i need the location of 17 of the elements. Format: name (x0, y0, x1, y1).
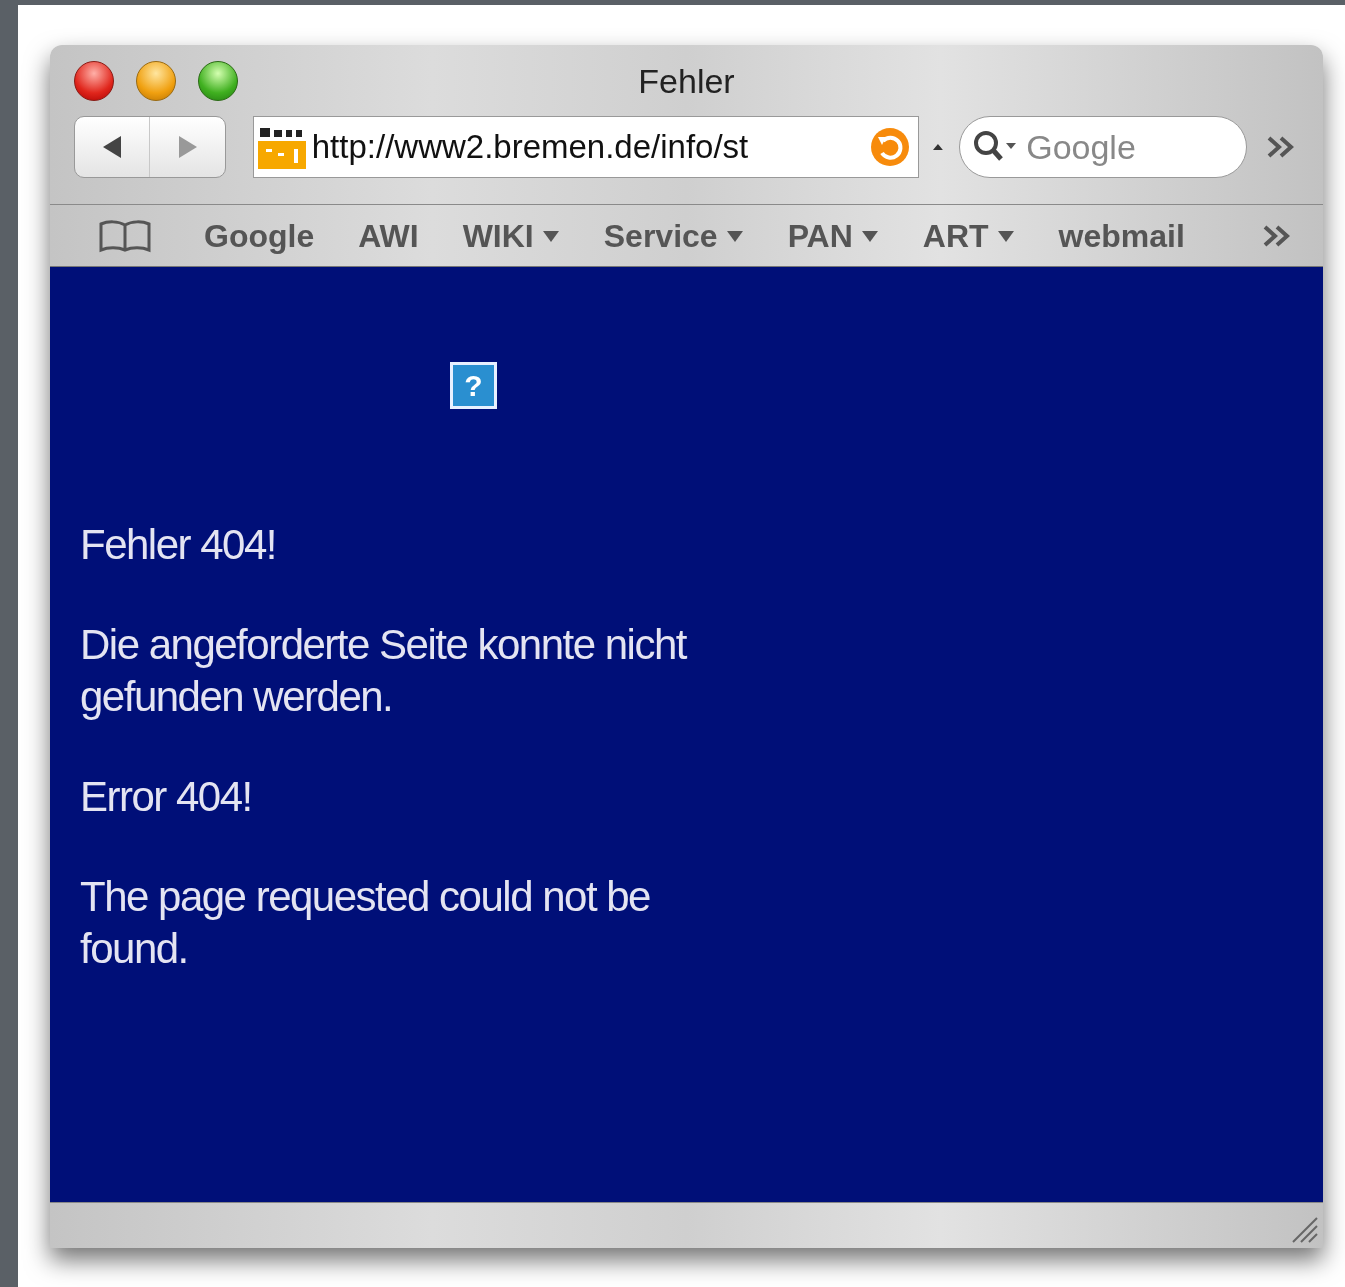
bookmark-item[interactable]: webmail (1058, 211, 1185, 260)
error-text: Fehler 404! (80, 520, 277, 570)
error-text: Die angeforderte Seite konnte nicht gefunden werden. (80, 620, 688, 722)
bookmark-item[interactable]: PAN (787, 211, 879, 260)
bookmark-item[interactable]: Service (603, 211, 744, 260)
bookmark-item[interactable]: ART (922, 211, 1015, 260)
bookmark-item[interactable]: WIKI (462, 211, 560, 260)
bookmark-item[interactable]: Google (204, 211, 315, 260)
window-title: Fehler (638, 60, 735, 102)
address-text: http://www2.bremen.de/info/st (311, 127, 750, 168)
address-field[interactable]: http://www2.bremen.de/info/st (252, 116, 920, 178)
search-input[interactable]: Google (1026, 121, 1227, 173)
error-text: The page requested could not be found. (80, 872, 651, 974)
error-text: Error 404! (80, 772, 253, 822)
bookmark-item[interactable]: AWI (358, 211, 419, 260)
search-field[interactable]: Google (959, 116, 1247, 178)
broken-image-icon: ? (450, 362, 497, 409)
